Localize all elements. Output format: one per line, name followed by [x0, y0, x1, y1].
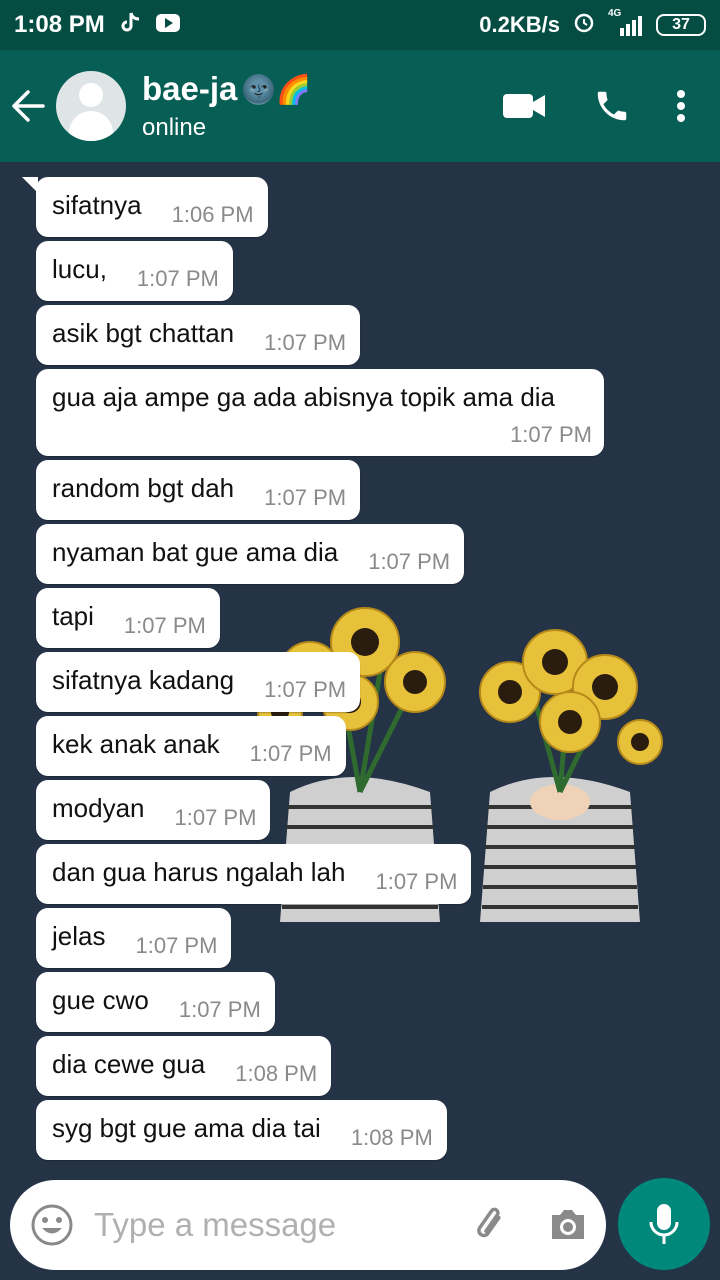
network-type: 4G: [608, 8, 622, 19]
message-text: dia cewe gua: [52, 1049, 206, 1079]
message-bubble[interactable]: jelas 1:07 PM: [36, 908, 232, 968]
message-text: dan gua harus ngalah lah: [52, 857, 346, 887]
camera-icon[interactable]: [530, 1180, 606, 1270]
contact-name-emoji: 🌚🌈: [241, 73, 312, 105]
attach-icon[interactable]: [454, 1180, 530, 1270]
message-bubble[interactable]: dan gua harus ngalah lah 1:07 PM: [36, 844, 472, 904]
mic-icon[interactable]: [618, 1178, 710, 1270]
presence-status: online: [142, 114, 207, 141]
message-bubble[interactable]: nyaman bat gue ama dia 1:07 PM: [36, 524, 465, 584]
message-bubble[interactable]: kek anak anak 1:07 PM: [36, 716, 346, 776]
message-time: 1:07 PM: [136, 266, 219, 291]
message-time: 1:07 PM: [174, 805, 257, 830]
back-arrow-icon[interactable]: [0, 50, 56, 162]
message-time: 1:07 PM: [368, 549, 451, 574]
chat-header: bae-ja 🌚🌈 online: [0, 50, 720, 162]
message-bubble[interactable]: tapi 1:07 PM: [36, 588, 220, 648]
message-text: sifatnya kadang: [52, 665, 235, 695]
avatar[interactable]: [56, 71, 126, 141]
alarm-icon: [572, 10, 596, 40]
message-text: jelas: [52, 921, 106, 951]
message-time: 1:07 PM: [135, 933, 218, 958]
message-text: modyan: [52, 793, 145, 823]
message-time: 1:07 PM: [249, 741, 332, 766]
message-text: syg bgt gue ama dia tai: [52, 1113, 321, 1143]
message-time: 1:07 PM: [264, 330, 347, 355]
battery-icon: 37: [656, 14, 706, 36]
more-options-icon[interactable]: [656, 66, 706, 146]
message-bubble[interactable]: asik bgt chattan 1:07 PM: [36, 305, 361, 365]
message-text: tapi: [52, 601, 94, 631]
status-time: 1:08 PM: [14, 11, 105, 38]
emoji-icon[interactable]: [10, 1180, 94, 1270]
message-time: 1:07 PM: [264, 485, 347, 510]
input-bar: Type a message: [0, 1170, 720, 1280]
message-time: 1:08 PM: [235, 1061, 318, 1086]
chat-area[interactable]: sifatnya 1:06 PM lucu, 1:07 PM asik bgt …: [0, 162, 720, 1170]
signal-icon: 4G: [608, 8, 644, 36]
message-text: nyaman bat gue ama dia: [52, 537, 339, 567]
contact-name: bae-ja: [142, 70, 238, 107]
message-bubble[interactable]: sifatnya 1:06 PM: [22, 177, 268, 237]
message-text: asik bgt chattan: [52, 318, 235, 348]
message-time: 1:08 PM: [350, 1125, 433, 1150]
message-bubble[interactable]: lucu, 1:07 PM: [36, 241, 233, 301]
status-bar: 1:08 PM 0.2KB/s 4G 37: [0, 0, 720, 50]
message-input[interactable]: Type a message: [10, 1180, 606, 1270]
tiktok-icon: [119, 11, 141, 40]
network-speed: 0.2KB/s: [479, 12, 560, 37]
message-text: sifatnya: [52, 190, 142, 220]
video-call-icon[interactable]: [480, 66, 568, 146]
message-bubble[interactable]: random bgt dah 1:07 PM: [36, 460, 361, 520]
message-time: 1:06 PM: [171, 202, 254, 227]
message-input-placeholder[interactable]: Type a message: [94, 1206, 454, 1244]
youtube-icon: [155, 13, 181, 38]
message-bubble[interactable]: syg bgt gue ama dia tai 1:08 PM: [36, 1100, 447, 1160]
message-time: 1:07 PM: [375, 869, 458, 894]
message-text: gua aja ampe ga ada abisnya topik ama di…: [52, 382, 556, 412]
message-time: 1:07 PM: [264, 677, 347, 702]
contact-info[interactable]: bae-ja 🌚🌈 online: [142, 70, 480, 142]
message-bubble[interactable]: gue cwo 1:07 PM: [36, 972, 275, 1032]
message-text: kek anak anak: [52, 729, 220, 759]
message-bubble[interactable]: dia cewe gua 1:08 PM: [36, 1036, 332, 1096]
message-text: random bgt dah: [52, 473, 235, 503]
message-time: 1:07 PM: [178, 997, 261, 1022]
message-bubble[interactable]: sifatnya kadang 1:07 PM: [36, 652, 361, 712]
message-bubble[interactable]: modyan 1:07 PM: [36, 780, 271, 840]
message-time: 1:07 PM: [510, 422, 592, 447]
voice-call-icon[interactable]: [568, 66, 656, 146]
message-text: lucu,: [52, 254, 107, 284]
message-bubble[interactable]: gua aja ampe ga ada abisnya topik ama di…: [36, 369, 604, 456]
message-time: 1:07 PM: [123, 613, 206, 638]
message-text: gue cwo: [52, 985, 149, 1015]
